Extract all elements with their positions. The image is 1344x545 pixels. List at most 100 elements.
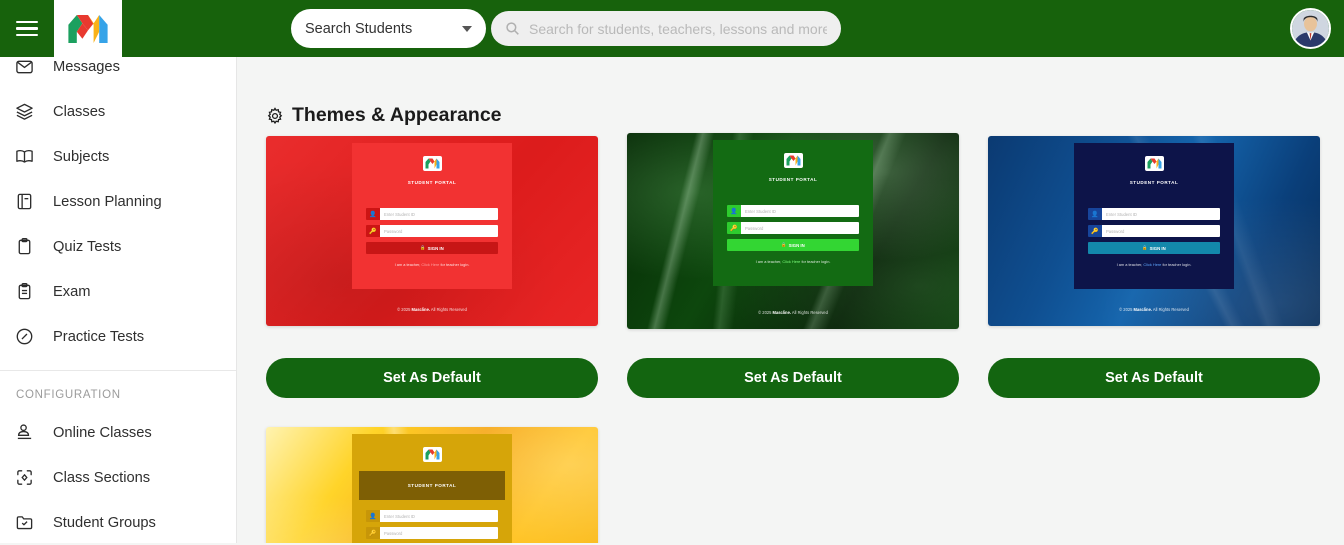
page-title-text: Themes & Appearance bbox=[292, 104, 502, 126]
preview-portal-title: STUDENT PORTAL bbox=[359, 471, 505, 500]
focus-target-icon bbox=[14, 467, 35, 488]
preview-form: 👤 Enter Student ID 🔑 Password 🔒 SIGN IN bbox=[1074, 208, 1234, 267]
copyright-prefix: © 2025 bbox=[397, 307, 411, 312]
chevron-down-icon bbox=[462, 25, 472, 32]
preview-logo-icon bbox=[783, 153, 803, 168]
theme-card-row: STUDENT PORTAL 👤 Enter Student ID 🔑 Pass… bbox=[266, 133, 1326, 329]
copyright-brand: Mascline. bbox=[772, 310, 791, 315]
preview-username-field[interactable]: 👤 Enter Student ID bbox=[366, 208, 498, 220]
sidebar-item-label: Subjects bbox=[53, 148, 110, 165]
layers-icon bbox=[14, 101, 35, 122]
preview-portal-title: STUDENT PORTAL bbox=[768, 177, 818, 182]
lock-icon: 🔒 bbox=[1142, 245, 1148, 250]
folder-check-icon bbox=[14, 512, 35, 533]
theme-card-green[interactable]: STUDENT PORTAL 👤 Enter Student ID 🔑 Pass… bbox=[627, 133, 959, 329]
preview-password-field[interactable]: 🔑 Password bbox=[366, 225, 498, 237]
person-icon: 👤 bbox=[727, 205, 741, 217]
preview-username-field[interactable]: 👤 Enter Student ID bbox=[1088, 208, 1220, 220]
preview-teacher-login-line: I am a teacher, Click Here for teacher l… bbox=[352, 262, 512, 267]
gauge-icon bbox=[14, 326, 35, 347]
login-preview-panel: STUDENT PORTAL 👤 Enter Student ID 🔑 Pass… bbox=[1074, 143, 1234, 289]
user-avatar-icon bbox=[1292, 10, 1329, 47]
sidebar-item-exam[interactable]: Exam bbox=[0, 269, 236, 314]
clipboard-list-icon bbox=[14, 281, 35, 302]
sidebar-item-label: Lesson Planning bbox=[53, 193, 162, 210]
gear-icon bbox=[267, 106, 283, 124]
hamburger-bar bbox=[16, 33, 38, 37]
preview-password-field[interactable]: 🔑 Password bbox=[366, 527, 498, 539]
copyright-prefix: © 2025 bbox=[1119, 307, 1133, 312]
sidebar-item-subjects[interactable]: Subjects bbox=[0, 134, 236, 179]
app-logo[interactable] bbox=[54, 0, 122, 57]
search-scope-label: Search Students bbox=[305, 20, 413, 37]
person-icon: 👤 bbox=[366, 510, 380, 522]
sidebar-item-lesson-planning[interactable]: Lesson Planning bbox=[0, 179, 236, 224]
preview-signin-label: SIGN IN bbox=[788, 242, 805, 248]
teacher-login-link[interactable]: Click Here bbox=[782, 259, 800, 264]
sidebar-item-student-groups[interactable]: Student Groups bbox=[0, 500, 236, 545]
sidebar-item-quiz-tests[interactable]: Quiz Tests bbox=[0, 224, 236, 269]
set-as-default-button-red[interactable]: Set As Default bbox=[266, 358, 598, 398]
preview-password-placeholder: Password bbox=[1102, 225, 1220, 237]
person-icon: 👤 bbox=[366, 208, 380, 220]
preview-copyright: © 2025 Mascline. All Rights Reserved bbox=[627, 310, 959, 315]
teacher-suffix: for teacher login. bbox=[801, 259, 831, 264]
preview-form: 👤 Enter Student ID 🔑 Password bbox=[352, 510, 512, 539]
theme-card-blue[interactable]: STUDENT PORTAL 👤 Enter Student ID 🔑 Pass… bbox=[988, 136, 1320, 326]
teacher-suffix: for teacher login. bbox=[440, 262, 470, 267]
set-as-default-button-blue[interactable]: Set As Default bbox=[988, 358, 1320, 398]
preview-signin-button[interactable]: 🔒 SIGN IN bbox=[1088, 242, 1220, 254]
sidebar-item-class-sections[interactable]: Class Sections bbox=[0, 455, 236, 500]
preview-password-field[interactable]: 🔑 Password bbox=[1088, 225, 1220, 237]
theme-card-yellow[interactable]: STUDENT PORTAL 👤 Enter Student ID 🔑 Pass… bbox=[266, 427, 598, 543]
preview-username-field[interactable]: 👤 Enter Student ID bbox=[366, 510, 498, 522]
login-preview-panel: STUDENT PORTAL 👤 Enter Student ID 🔑 Pass… bbox=[352, 143, 512, 289]
search-scope-dropdown[interactable]: Search Students bbox=[291, 9, 486, 48]
mascline-logo-icon bbox=[68, 14, 108, 43]
login-preview-panel: STUDENT PORTAL 👤 Enter Student ID 🔑 Pass… bbox=[713, 140, 873, 286]
sidebar-item-online-classes[interactable]: Online Classes bbox=[0, 410, 236, 455]
sidebar-item-label: Classes bbox=[53, 103, 106, 120]
user-monitor-icon bbox=[14, 422, 35, 443]
theme-card-row-2: STUDENT PORTAL 👤 Enter Student ID 🔑 Pass… bbox=[266, 427, 1326, 543]
preview-logo-icon bbox=[1144, 156, 1164, 171]
sidebar-item-label: Practice Tests bbox=[53, 328, 145, 345]
preview-signin-label: SIGN IN bbox=[427, 245, 444, 251]
login-preview-panel: STUDENT PORTAL 👤 Enter Student ID 🔑 Pass… bbox=[352, 434, 512, 543]
set-as-default-button-green[interactable]: Set As Default bbox=[627, 358, 959, 398]
sidebar-item-label: Quiz Tests bbox=[53, 238, 122, 255]
sidebar-item-label: Online Classes bbox=[53, 424, 152, 441]
sidebar-item-practice-tests[interactable]: Practice Tests bbox=[0, 314, 236, 359]
teacher-login-link[interactable]: Click Here bbox=[1143, 262, 1161, 267]
key-icon: 🔑 bbox=[366, 527, 380, 539]
theme-card-red[interactable]: STUDENT PORTAL 👤 Enter Student ID 🔑 Pass… bbox=[266, 136, 598, 326]
mail-icon bbox=[14, 56, 35, 77]
preview-password-field[interactable]: 🔑 Password bbox=[727, 222, 859, 234]
sidebar: Messages Classes Subjects Lesson Plannin… bbox=[0, 0, 237, 543]
person-icon: 👤 bbox=[1088, 208, 1102, 220]
preview-username-field[interactable]: 👤 Enter Student ID bbox=[727, 205, 859, 217]
preview-teacher-login-line: I am a teacher, Click Here for teacher l… bbox=[1074, 262, 1234, 267]
preview-username-placeholder: Enter Student ID bbox=[1102, 208, 1220, 220]
preview-portal-title: STUDENT PORTAL bbox=[407, 180, 457, 185]
teacher-prefix: I am a teacher, bbox=[394, 262, 421, 267]
preview-portal-title: STUDENT PORTAL bbox=[1129, 180, 1179, 185]
preview-copyright: © 2025 Mascline. All Rights Reserved bbox=[988, 307, 1320, 312]
teacher-login-link[interactable]: Click Here bbox=[421, 262, 439, 267]
sidebar-item-classes[interactable]: Classes bbox=[0, 89, 236, 134]
clipboard-icon bbox=[14, 236, 35, 257]
preview-signin-button[interactable]: 🔒 SIGN IN bbox=[727, 239, 859, 251]
search-input[interactable] bbox=[529, 20, 827, 37]
teacher-suffix: for teacher login. bbox=[1162, 262, 1192, 267]
preview-signin-button[interactable]: 🔒 SIGN IN bbox=[366, 242, 498, 254]
hamburger-menu-icon[interactable] bbox=[0, 0, 54, 57]
preview-copyright: © 2025 Mascline. All Rights Reserved bbox=[266, 307, 598, 312]
sidebar-item-label: Exam bbox=[53, 283, 91, 300]
hamburger-bar bbox=[16, 20, 38, 24]
teacher-prefix: I am a teacher, bbox=[755, 259, 782, 264]
avatar[interactable] bbox=[1290, 8, 1331, 49]
top-header: Search Students bbox=[0, 0, 1344, 57]
notebook-icon bbox=[14, 191, 35, 212]
key-icon: 🔑 bbox=[366, 225, 380, 237]
global-search-box[interactable] bbox=[491, 11, 841, 46]
